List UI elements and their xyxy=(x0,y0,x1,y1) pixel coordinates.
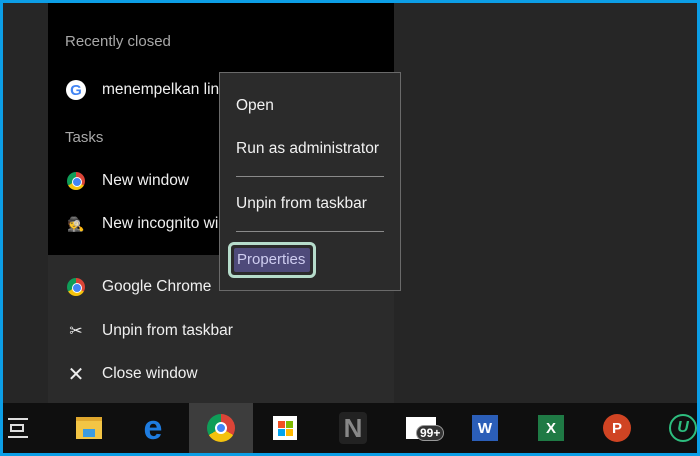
u-app-button[interactable]: U xyxy=(651,403,697,453)
excel-icon: X xyxy=(538,415,564,441)
excel-button[interactable]: X xyxy=(519,403,583,453)
recent-item-label: menempelkan link xyxy=(102,81,227,98)
unpin-from-taskbar[interactable]: ✂ Unpin from taskbar xyxy=(65,316,394,346)
store-icon xyxy=(273,416,297,440)
properties-label: Properties xyxy=(234,248,310,272)
menu-open[interactable]: Open xyxy=(236,97,274,115)
taskbar: e N 99+ W X P U xyxy=(3,403,697,453)
close-window[interactable]: ✕ Close window xyxy=(65,359,394,389)
powerpoint-button[interactable]: P xyxy=(585,403,649,453)
u-app-icon: U xyxy=(669,414,697,442)
google-icon: G xyxy=(65,79,87,101)
chrome-icon xyxy=(207,414,235,442)
tasks-header: Tasks xyxy=(65,129,104,146)
close-icon: ✕ xyxy=(67,363,85,386)
word-button[interactable]: W xyxy=(453,403,517,453)
edge-icon: e xyxy=(143,408,163,447)
powerpoint-icon: P xyxy=(603,414,631,442)
file-explorer-button[interactable] xyxy=(57,403,121,453)
close-label: Close window xyxy=(102,365,198,382)
edge-button[interactable]: e xyxy=(121,403,185,453)
desktop: Recently closed G menempelkan link Tasks… xyxy=(3,3,697,453)
task-view-icon xyxy=(8,418,28,438)
incognito-icon: 🕵 xyxy=(67,215,85,232)
unpin-label: Unpin from taskbar xyxy=(102,322,233,339)
n-app-button[interactable]: N xyxy=(321,403,385,453)
chrome-icon xyxy=(65,276,87,298)
mail-badge: 99+ xyxy=(416,425,445,441)
menu-separator xyxy=(236,231,384,232)
context-menu: Open Run as administrator Unpin from tas… xyxy=(219,72,401,291)
menu-unpin[interactable]: Unpin from taskbar xyxy=(236,195,367,213)
chrome-icon xyxy=(65,170,87,192)
task-view-button[interactable] xyxy=(3,403,50,453)
store-button[interactable] xyxy=(253,403,317,453)
app-label: Google Chrome xyxy=(102,278,212,295)
unpin-icon: ✂ xyxy=(69,323,83,340)
menu-run-as-administrator[interactable]: Run as administrator xyxy=(236,140,379,158)
word-icon: W xyxy=(472,415,498,441)
n-app-icon: N xyxy=(339,412,367,444)
menu-properties[interactable]: Properties xyxy=(228,242,316,278)
task-label: New window xyxy=(102,172,190,189)
menu-separator xyxy=(236,176,384,177)
mail-button[interactable]: 99+ xyxy=(389,403,453,453)
recently-closed-header: Recently closed xyxy=(65,33,171,50)
mail-icon: 99+ xyxy=(406,417,445,441)
chrome-button[interactable] xyxy=(189,403,253,453)
folder-icon xyxy=(76,417,102,439)
